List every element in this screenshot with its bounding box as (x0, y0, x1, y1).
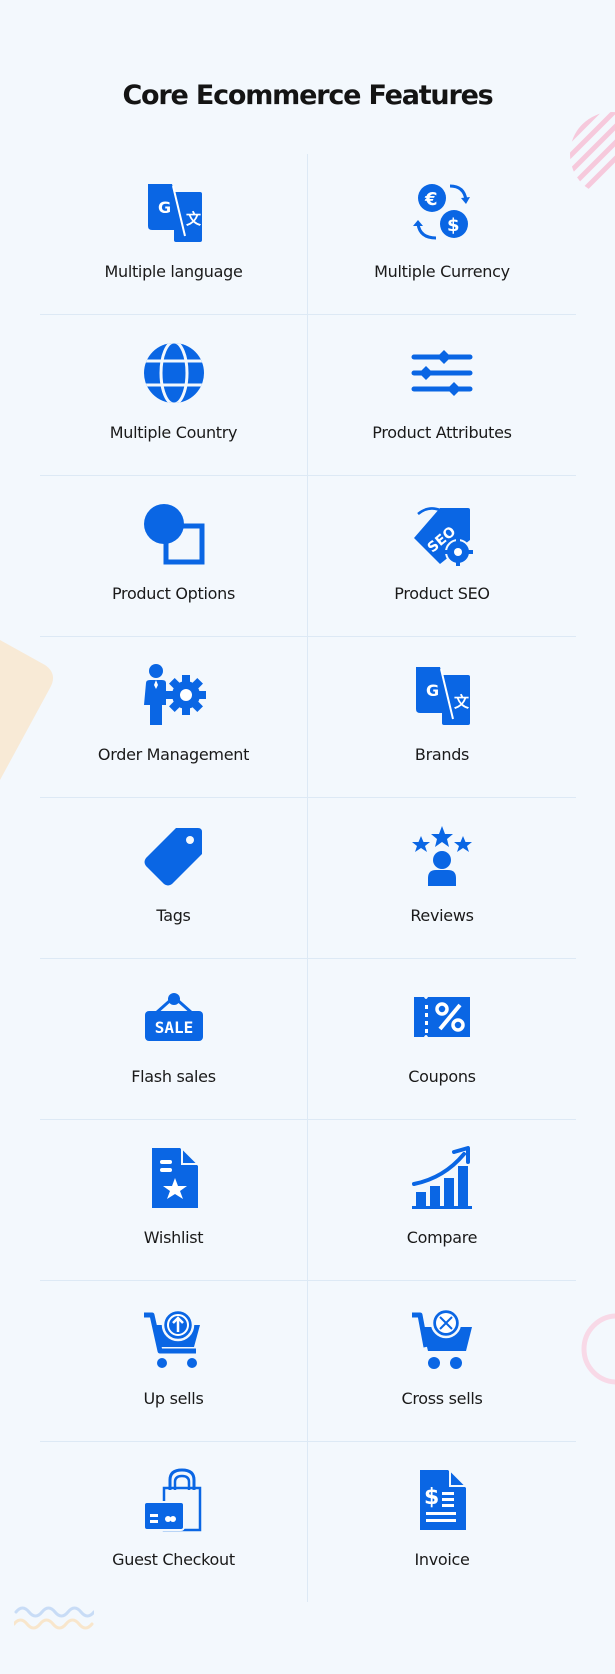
feature-label: Compare (406, 1228, 478, 1247)
translate-icon: G文 (142, 180, 206, 244)
features-row: Tags Reviews (40, 798, 576, 959)
feature-brands: G文 Brands (308, 637, 576, 797)
features-grid: G文 Multiple language € $ Multiple Currenc… (40, 154, 576, 1602)
svg-text:$: $ (424, 1485, 439, 1510)
svg-text:SALE: SALE (154, 1018, 193, 1037)
invoice-icon: $ (410, 1468, 474, 1532)
feature-label: Product Options (111, 584, 236, 603)
wave-lines-decoration (14, 1606, 94, 1630)
feature-cross-sells: Cross sells (308, 1281, 576, 1441)
feature-multiple-country: Multiple Country (40, 315, 308, 475)
feature-label: Product SEO (394, 584, 490, 603)
features-row: Guest Checkout $ Invoice (40, 1442, 576, 1602)
shapes-icon (142, 502, 206, 566)
feature-flash-sales: SALE Flash sales (40, 959, 308, 1119)
feature-reviews: Reviews (308, 798, 576, 958)
coupon-icon (410, 985, 474, 1049)
growth-chart-icon (410, 1146, 474, 1210)
page-title: Core Ecommerce Features (122, 80, 493, 111)
feature-label: Multiple language (104, 262, 243, 281)
feature-label: Multiple Currency (374, 262, 510, 281)
person-stars-icon (410, 824, 474, 888)
bag-card-icon (142, 1468, 206, 1532)
features-row: Wishlist Compare (40, 1120, 576, 1281)
features-row: Order Management G文 Brands (40, 637, 576, 798)
feature-label: Reviews (410, 906, 474, 925)
feature-label: Wishlist (143, 1228, 204, 1247)
feature-multiple-language: G文 Multiple language (40, 154, 308, 314)
document-star-icon (142, 1146, 206, 1210)
feature-compare: Compare (308, 1120, 576, 1280)
feature-wishlist: Wishlist (40, 1120, 308, 1280)
sliders-icon (410, 341, 474, 405)
feature-label: Order Management (97, 745, 250, 764)
feature-label: Flash sales (131, 1067, 216, 1086)
feature-label: Tags (156, 906, 191, 925)
feature-label: Up sells (143, 1389, 204, 1408)
features-row: Product Options SEO Product SEO (40, 476, 576, 637)
translate-icon: G文 (410, 663, 474, 727)
feature-order-management: Order Management (40, 637, 308, 797)
currency-exchange-icon: € $ (410, 180, 474, 244)
person-gear-icon (142, 663, 206, 727)
features-row: SALE Flash sales Coupons (40, 959, 576, 1120)
feature-label: Multiple Country (109, 423, 238, 442)
feature-label: Brands (414, 745, 470, 764)
svg-text:$: $ (447, 215, 460, 236)
feature-guest-checkout: Guest Checkout (40, 1442, 308, 1602)
svg-text:€: € (424, 189, 438, 210)
feature-label: Cross sells (401, 1389, 483, 1408)
feature-coupons: Coupons (308, 959, 576, 1119)
feature-invoice: $ Invoice (308, 1442, 576, 1602)
pink-ring-decoration (581, 1313, 615, 1385)
feature-product-seo: SEO Product SEO (308, 476, 576, 636)
feature-label: Invoice (414, 1550, 470, 1569)
feature-label: Product Attributes (372, 423, 512, 442)
cart-up-icon (142, 1307, 206, 1371)
seo-tag-icon: SEO (410, 502, 474, 566)
feature-product-options: Product Options (40, 476, 308, 636)
feature-label: Coupons (408, 1067, 476, 1086)
svg-text:G: G (158, 198, 171, 217)
svg-text:文: 文 (454, 693, 470, 711)
features-row: Multiple Country Product Attributes (40, 315, 576, 476)
features-row: Up sells Cross sells (40, 1281, 576, 1442)
svg-text:G: G (426, 681, 439, 700)
feature-tags: Tags (40, 798, 308, 958)
cart-cross-icon (410, 1307, 474, 1371)
tag-icon (142, 824, 206, 888)
feature-product-attributes: Product Attributes (308, 315, 576, 475)
features-row: G文 Multiple language € $ Multiple Currenc… (40, 154, 576, 315)
feature-multiple-currency: € $ Multiple Currency (308, 154, 576, 314)
feature-up-sells: Up sells (40, 1281, 308, 1441)
globe-icon (142, 341, 206, 405)
feature-label: Guest Checkout (112, 1550, 235, 1569)
sale-sign-icon: SALE (142, 985, 206, 1049)
svg-text:文: 文 (186, 210, 202, 228)
